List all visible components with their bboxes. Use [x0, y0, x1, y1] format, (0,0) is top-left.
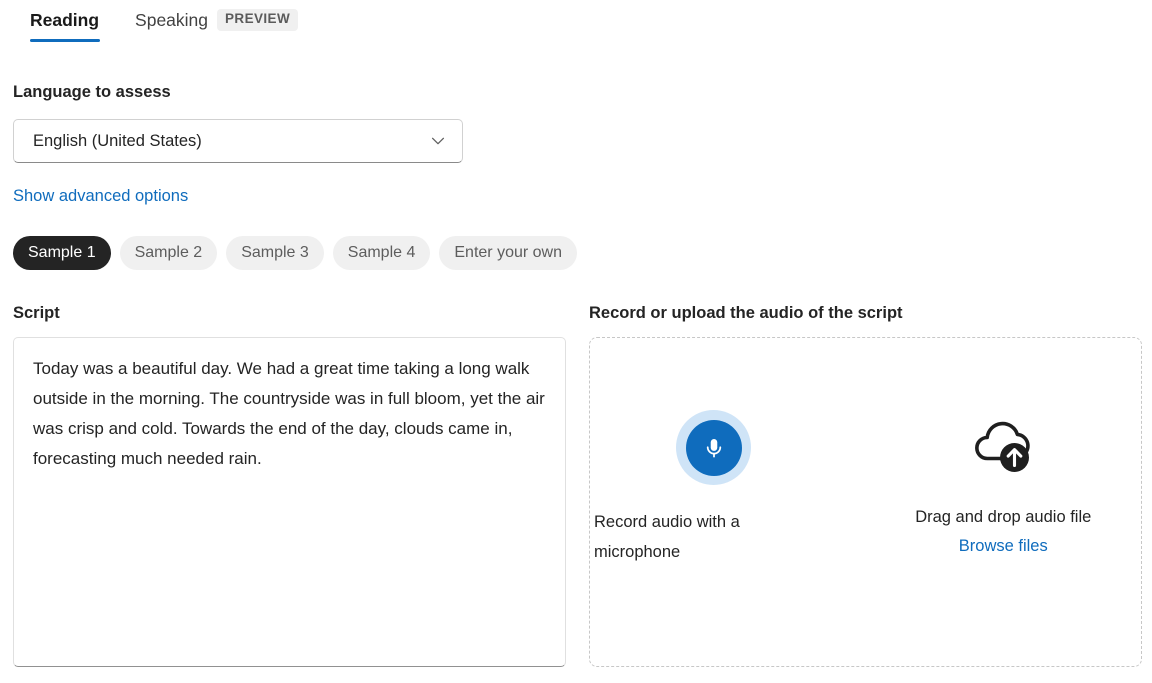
tab-speaking-label: Speaking [135, 10, 208, 31]
language-selected-value: English (United States) [33, 132, 202, 151]
tab-reading[interactable]: Reading [13, 0, 117, 40]
language-label: Language to assess [13, 83, 171, 103]
drag-drop-option[interactable]: Drag and drop audio file Browse files [866, 338, 1142, 666]
upload-label: Record or upload the audio of the script [589, 304, 903, 324]
language-select[interactable]: English (United States) [13, 119, 463, 163]
tablist: Reading Speaking PREVIEW [13, 0, 316, 46]
tab-active-indicator [30, 39, 100, 42]
pill-sample-4[interactable]: Sample 4 [333, 236, 431, 270]
drag-drop-caption: Drag and drop audio file [915, 502, 1091, 532]
script-textarea[interactable]: Today was a beautiful day. We had a grea… [13, 337, 566, 667]
chevron-down-icon [428, 131, 448, 151]
browse-files-link[interactable]: Browse files [959, 537, 1048, 556]
script-label: Script [13, 304, 60, 324]
tab-reading-label: Reading [30, 10, 99, 31]
record-audio-option[interactable]: Record audio with a microphone [590, 338, 866, 666]
script-text: Today was a beautiful day. We had a grea… [33, 354, 547, 474]
pill-sample-1[interactable]: Sample 1 [13, 236, 111, 270]
pill-enter-your-own[interactable]: Enter your own [439, 236, 577, 270]
tab-speaking[interactable]: Speaking PREVIEW [117, 0, 316, 40]
microphone-icon [686, 420, 742, 476]
show-advanced-options-link[interactable]: Show advanced options [13, 187, 188, 206]
pill-sample-2[interactable]: Sample 2 [120, 236, 218, 270]
record-audio-button[interactable] [676, 410, 751, 485]
upload-columns: Record audio with a microphone Drag and … [590, 338, 1141, 666]
audio-dropzone-panel[interactable]: Record audio with a microphone Drag and … [589, 337, 1142, 667]
record-audio-caption: Record audio with a microphone [594, 507, 784, 567]
preview-badge: PREVIEW [217, 9, 298, 31]
sample-pill-group: Sample 1 Sample 2 Sample 3 Sample 4 Ente… [13, 236, 577, 270]
pronunciation-assessment-page: Reading Speaking PREVIEW Language to ass… [0, 0, 1152, 683]
cloud-upload-icon [966, 410, 1040, 480]
pill-sample-3[interactable]: Sample 3 [226, 236, 324, 270]
